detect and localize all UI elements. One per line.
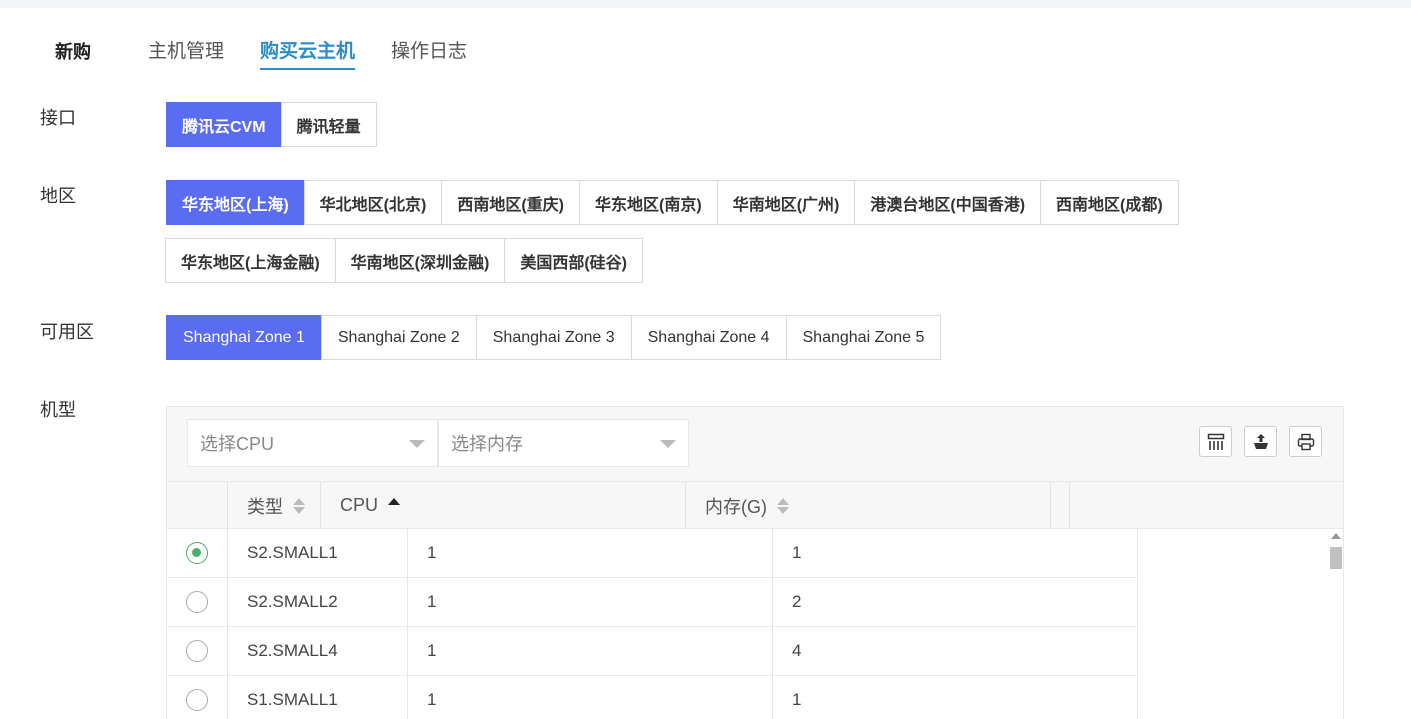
region-options-row1: 华东地区(上海) 华北地区(北京) 西南地区(重庆) 华东地区(南京) 华南地区… xyxy=(166,180,1179,225)
api-option-cvm[interactable]: 腾讯云CVM xyxy=(166,102,282,147)
scroll-thumb[interactable] xyxy=(1330,547,1342,569)
header-type-label: 类型 xyxy=(247,496,283,517)
row-radio[interactable] xyxy=(186,640,208,662)
table-row[interactable]: S1.SMALL1 1 1 xyxy=(167,676,1138,719)
region-option-chengdu[interactable]: 西南地区(成都) xyxy=(1040,180,1179,225)
region-option-chongqing[interactable]: 西南地区(重庆) xyxy=(441,180,581,225)
cell-cpu: 1 xyxy=(408,676,773,719)
region-options-row2: 华东地区(上海金融) 华南地区(深圳金融) 美国西部(硅谷) xyxy=(165,238,644,283)
region-option-shanghai[interactable]: 华东地区(上海) xyxy=(166,180,305,225)
zone-options: Shanghai Zone 1 Shanghai Zone 2 Shanghai… xyxy=(166,315,942,360)
header-gutter xyxy=(1051,482,1070,529)
cell-cpu: 1 xyxy=(408,578,773,626)
cell-type: S1.SMALL1 xyxy=(228,676,408,719)
table-row[interactable]: S2.SMALL4 1 4 xyxy=(167,627,1138,676)
chevron-down-icon xyxy=(660,440,676,448)
api-label: 接口 xyxy=(40,108,76,128)
region-option-shenzhen-finance[interactable]: 华南地区(深圳金融) xyxy=(334,238,506,283)
api-option-lighthouse[interactable]: 腾讯轻量 xyxy=(280,102,377,147)
row-radio[interactable] xyxy=(186,542,208,564)
cell-cpu: 1 xyxy=(408,627,773,675)
cell-memory: 1 xyxy=(773,676,1138,719)
table-header: 类型 CPU 内存(G) xyxy=(167,481,1343,529)
cell-memory: 2 xyxy=(773,578,1138,626)
header-cpu[interactable]: CPU xyxy=(321,482,686,529)
cell-memory: 4 xyxy=(773,627,1138,675)
scroll-up-icon[interactable] xyxy=(1331,533,1341,539)
table-row[interactable]: S2.SMALL2 1 2 xyxy=(167,578,1138,627)
main-panel: 新购 主机管理 购买云主机 操作日志 接口 腾讯云CVM 腾讯轻量 地区 华东地… xyxy=(0,8,1411,719)
nav-new-label: 新购 xyxy=(55,42,91,62)
cell-memory: 1 xyxy=(773,529,1138,577)
cpu-select-placeholder: 选择CPU xyxy=(200,434,275,454)
sort-asc-icon xyxy=(388,497,401,514)
region-option-shanghai-finance[interactable]: 华东地区(上海金融) xyxy=(165,238,336,283)
tab-buy-cloud-host[interactable]: 购买云主机 xyxy=(260,40,356,70)
header-type[interactable]: 类型 xyxy=(228,482,321,529)
top-tabs: 主机管理 购买云主机 操作日志 xyxy=(148,40,503,70)
export-icon xyxy=(1253,433,1268,449)
header-memory[interactable]: 内存(G) xyxy=(686,482,1051,529)
sort-icon xyxy=(293,497,305,514)
zone-label: 可用区 xyxy=(40,322,94,342)
header-select-cell xyxy=(167,482,228,529)
zone-option-1[interactable]: Shanghai Zone 1 xyxy=(166,315,322,360)
cpu-select[interactable]: 选择CPU xyxy=(187,419,438,467)
cell-cpu: 1 xyxy=(408,529,773,577)
region-option-hongkong[interactable]: 港澳台地区(中国香港) xyxy=(854,180,1042,225)
region-option-silicon-valley[interactable]: 美国西部(硅谷) xyxy=(504,238,644,283)
print-button[interactable] xyxy=(1289,426,1322,457)
zone-option-3[interactable]: Shanghai Zone 3 xyxy=(475,315,632,360)
sort-icon xyxy=(777,497,789,514)
memory-select-placeholder: 选择内存 xyxy=(451,434,523,454)
region-option-nanjing[interactable]: 华东地区(南京) xyxy=(579,180,718,225)
zone-option-4[interactable]: Shanghai Zone 4 xyxy=(630,315,787,360)
print-icon xyxy=(1297,433,1314,450)
cell-type: S2.SMALL2 xyxy=(228,578,408,626)
cell-type: S2.SMALL1 xyxy=(228,529,408,577)
columns-icon xyxy=(1207,433,1224,450)
tab-operation-log[interactable]: 操作日志 xyxy=(391,40,467,70)
row-radio[interactable] xyxy=(186,689,208,711)
table-row[interactable]: S2.SMALL1 1 1 xyxy=(167,529,1138,578)
api-options: 腾讯云CVM 腾讯轻量 xyxy=(166,102,377,147)
header-memory-label: 内存(G) xyxy=(705,496,767,517)
machine-label: 机型 xyxy=(40,400,76,420)
table-scrollbar[interactable] xyxy=(1327,529,1343,719)
zone-option-5[interactable]: Shanghai Zone 5 xyxy=(785,315,942,360)
memory-select[interactable]: 选择内存 xyxy=(438,419,689,467)
tab-host-management[interactable]: 主机管理 xyxy=(148,40,224,70)
cell-type: S2.SMALL4 xyxy=(228,627,408,675)
export-button[interactable] xyxy=(1244,426,1277,457)
zone-option-2[interactable]: Shanghai Zone 2 xyxy=(320,315,477,360)
header-cpu-label: CPU xyxy=(340,495,379,515)
table-body: S2.SMALL1 1 1 S2.SMALL2 1 2 S2.SMALL4 1 … xyxy=(167,529,1327,719)
region-option-guangzhou[interactable]: 华南地区(广州) xyxy=(716,180,856,225)
chevron-down-icon xyxy=(409,440,425,448)
machine-table-panel: 选择CPU 选择内存 类型 CPU 内存(G) S2.SMALL1 1 1 S2… xyxy=(166,406,1344,719)
region-option-beijing[interactable]: 华北地区(北京) xyxy=(303,180,443,225)
columns-button[interactable] xyxy=(1199,426,1232,457)
region-label: 地区 xyxy=(40,186,76,206)
row-radio[interactable] xyxy=(186,591,208,613)
